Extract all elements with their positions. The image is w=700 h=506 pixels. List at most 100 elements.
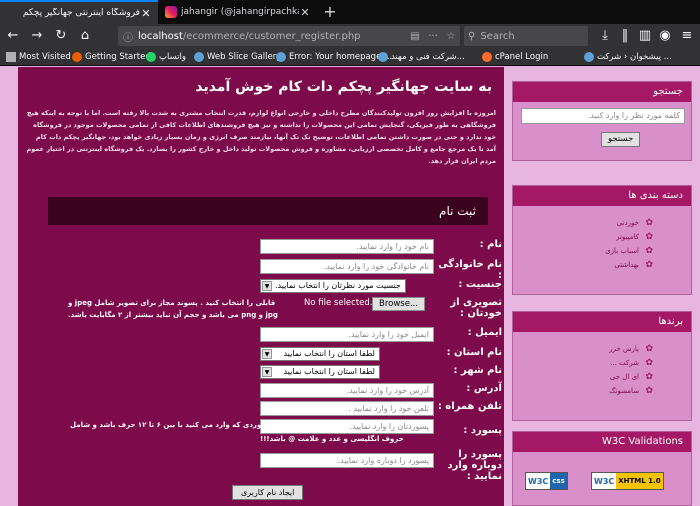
- password-label: پسورد :: [463, 425, 502, 436]
- bookmark-company[interactable]: شرکت فنی و مهند...: [378, 48, 465, 66]
- gender-label: جنسیت :: [458, 279, 502, 290]
- download-icon[interactable]: ⤓: [596, 27, 614, 45]
- brand-link[interactable]: ✿ سامسونگ: [553, 384, 653, 398]
- flower-icon: ✿: [645, 372, 653, 382]
- brands-list: ✿ پارس خزر ✿ شرکت ... ✿ ای ال جی ✿ سامسونگ: [553, 342, 653, 398]
- flower-icon: ✿: [645, 246, 653, 256]
- globe-icon: [378, 52, 388, 62]
- xhtml-valid-badge[interactable]: W3C XHTML 1.0: [591, 472, 664, 490]
- info-icon[interactable]: ⓘ: [118, 29, 138, 44]
- home-icon[interactable]: ⌂: [76, 27, 94, 45]
- bookmark-most-visited[interactable]: Most Visited: [6, 48, 71, 66]
- family-label: نام خانوادگی :: [438, 259, 502, 281]
- chevron-down-icon: ▼: [262, 281, 272, 291]
- bookmark-web-slice[interactable]: Web Slice Gallery: [194, 48, 281, 66]
- more-icon[interactable]: ···: [424, 31, 442, 42]
- search-box-title: جستجو: [513, 82, 691, 102]
- register-title: ثبت نام: [48, 197, 488, 225]
- url-text: localhost/ecommerce/customer_register.ph…: [138, 30, 361, 42]
- tab-instagram[interactable]: jahangir (@jahangirpachkam) • Ins ✕: [159, 0, 317, 24]
- password-hint: پسوردی که وارد می کنید با بین ۶ تا ۱۲ حر…: [70, 421, 272, 429]
- css-valid-badge[interactable]: W3C css: [525, 472, 568, 490]
- new-tab-button[interactable]: +: [320, 2, 340, 22]
- category-link[interactable]: ✿ بهداشتی: [553, 258, 653, 272]
- search-bar[interactable]: ⚲ Search: [464, 26, 588, 46]
- address-label: آدرس :: [466, 383, 502, 394]
- sidebar-icon[interactable]: ▥: [636, 27, 654, 45]
- chevron-down-icon: ▼: [262, 349, 272, 359]
- forward-icon[interactable]: →: [28, 27, 46, 45]
- instagram-icon: [165, 6, 177, 18]
- repassword-label: پسورد را دوباره وارد نمایید :: [447, 449, 502, 482]
- image-label: تصویری از خودتان :: [450, 297, 502, 319]
- globe-icon: [194, 52, 204, 62]
- nav-toolbar: ← → ↻ ⌂ ⓘ localhost/ecommerce/customer_r…: [0, 24, 700, 48]
- url-bar[interactable]: ⓘ localhost/ecommerce/customer_register.…: [118, 26, 460, 46]
- register-button[interactable]: ایجاد نام کاربری: [232, 485, 304, 500]
- brand-link[interactable]: ✿ پارس خزر: [553, 342, 653, 356]
- tab-shop[interactable]: فروشگاه اینترنتی جهانگیر پچکم ✕: [0, 0, 158, 24]
- password-field[interactable]: پسوردتان را وارد نمایید.: [260, 419, 434, 434]
- name-field[interactable]: نام خود را وارد نمایید.: [260, 239, 434, 254]
- search-icon: ⚲: [468, 30, 476, 42]
- intro-text: امروزه با افزایش روز افزون تولیدکنندگان …: [26, 109, 496, 165]
- account-icon[interactable]: ◉: [656, 27, 674, 45]
- flower-icon: ✿: [645, 218, 653, 228]
- family-field[interactable]: نام خانوادگی خود را وارد نمایید.: [260, 259, 434, 274]
- city-select[interactable]: ▼ لطفا استان را انتخاب نمایید: [260, 365, 380, 379]
- tab-strip: فروشگاه اینترنتی جهانگیر پچکم ✕ jahangir…: [0, 0, 700, 24]
- category-link[interactable]: ✿ اسباب بازی: [553, 244, 653, 258]
- brand-link[interactable]: ✿ شرکت ...: [553, 356, 653, 370]
- bookmark-star-icon[interactable]: ☆: [442, 31, 460, 42]
- library-icon[interactable]: ‖: [616, 27, 634, 45]
- reader-icon[interactable]: ▤: [406, 31, 424, 42]
- flower-icon: ✿: [645, 260, 653, 270]
- gear-icon: [6, 52, 16, 62]
- search-button[interactable]: جستجو: [601, 132, 641, 147]
- bookmark-dashboard[interactable]: پیشخوان ‹ شرکت ...: [584, 48, 672, 66]
- brands-box: برندها ✿ پارس خزر ✿ شرکت ... ✿ ای ال جی ✿ سا…: [512, 311, 692, 421]
- main-content: به سایت جهانگیر پچکم دات کام خوش آمدید ا…: [18, 67, 504, 506]
- flower-icon: ✿: [645, 386, 653, 396]
- category-link[interactable]: ✿ خوردنی: [553, 216, 653, 230]
- cpanel-icon: [482, 52, 492, 62]
- gender-select[interactable]: ▼ جنسیت مورد نظرتان را انتخاب نمایید.: [260, 279, 406, 293]
- back-icon[interactable]: ←: [4, 27, 22, 45]
- bookmark-cpanel[interactable]: cPanel Login: [482, 48, 548, 66]
- state-select[interactable]: ▼ لطفا استان را انتخاب نمایید: [260, 347, 380, 361]
- menu-icon[interactable]: ≡: [678, 27, 696, 45]
- browse-button[interactable]: Browse...: [372, 297, 426, 311]
- bookmark-error[interactable]: Error: Your homepage ...: [276, 48, 392, 66]
- repassword-field[interactable]: پسورد را دوباره وارد نمایید.: [260, 453, 434, 468]
- password-hint-2: حروف انگلیسی و عدد و علامت @ باشد!!!: [260, 435, 404, 443]
- image-hint: قابلی را انتخاب کنید . پسوند مجاز برای ت…: [68, 299, 276, 307]
- brand-link[interactable]: ✿ ای ال جی: [553, 370, 653, 384]
- close-icon[interactable]: ✕: [299, 6, 311, 19]
- category-link[interactable]: ✿ کامپیوتر: [553, 230, 653, 244]
- city-label: نام شهر :: [453, 365, 502, 376]
- search-box: جستجو کلمه مورد نظر را وارد کنید. جستجو: [512, 81, 692, 161]
- bookmarks-toolbar: Most Visited Getting Started واتساپ Web …: [0, 48, 700, 66]
- state-label: نام استان :: [446, 347, 502, 358]
- reload-icon[interactable]: ↻: [52, 27, 70, 45]
- welcome-heading: به سایت جهانگیر پچکم دات کام خوش آمدید: [195, 79, 492, 95]
- search-input[interactable]: کلمه مورد نظر را وارد کنید.: [521, 108, 685, 124]
- w3c-box: W3C Validations W3C css W3C XHTML 1.0: [512, 431, 692, 506]
- bookmark-whatsapp[interactable]: واتساپ: [146, 48, 186, 66]
- image-hint-2: jpg و png می باشد و حجم آن نباید بیشتر ا…: [68, 311, 278, 319]
- categories-title: دسته بندی ها: [513, 186, 691, 206]
- page: به سایت جهانگیر پچکم دات کام خوش آمدید ا…: [0, 67, 700, 506]
- email-field[interactable]: ایمیل خود را وارد نمایید.: [260, 327, 434, 342]
- flower-icon: ✿: [645, 358, 653, 368]
- categories-list: ✿ خوردنی ✿ کامپیوتر ✿ اسباب بازی ✿ بهداشتی: [553, 216, 653, 272]
- register-form: ثبت نام نام : نام خود را وارد نمایید. نا…: [48, 197, 502, 502]
- address-field[interactable]: آدرس خود را وارد نمایید.: [260, 383, 434, 398]
- close-icon[interactable]: ✕: [140, 7, 152, 20]
- bookmark-getting-started[interactable]: Getting Started: [72, 48, 151, 66]
- brands-title: برندها: [513, 312, 691, 332]
- email-label: ایمیل :: [467, 327, 502, 338]
- whatsapp-icon: [146, 52, 156, 62]
- tab-title: jahangir (@jahangirpachkam) • Ins: [181, 7, 299, 17]
- chevron-down-icon: ▼: [262, 367, 272, 377]
- phone-field[interactable]: تلفن خود را وارد نمایید .: [260, 401, 434, 416]
